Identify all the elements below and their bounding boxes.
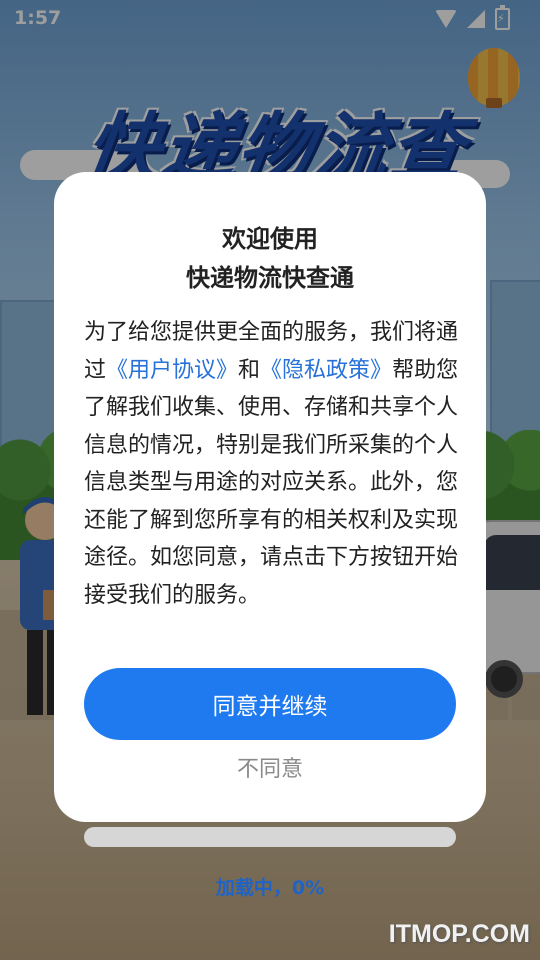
- loading-progress-bar: [84, 827, 456, 847]
- loading-text: 加载中，0%: [215, 877, 325, 899]
- body-text-part3: 帮助您了解我们收集、使用、存储和共享个人信息的情况，特别是我们所采集的个人信息类…: [84, 357, 459, 608]
- disagree-button[interactable]: 不同意: [54, 750, 486, 790]
- user-agreement-link[interactable]: 《用户协议》: [106, 358, 238, 383]
- agree-continue-button[interactable]: 同意并继续: [84, 668, 456, 740]
- privacy-policy-link[interactable]: 《隐私政策》: [260, 358, 392, 383]
- dialog-body: 为了给您提供更全面的服务，我们将通过《用户协议》和《隐私政策》帮助您了解我们收集…: [84, 314, 459, 614]
- dialog-title: 欢迎使用 快递物流快查通: [54, 220, 486, 298]
- dialog-title-line2: 快递物流快查通: [186, 264, 354, 292]
- privacy-consent-dialog: 欢迎使用 快递物流快查通 为了给您提供更全面的服务，我们将通过《用户协议》和《隐…: [54, 172, 486, 822]
- body-text-part2: 和: [238, 357, 261, 383]
- watermark: ITMOP.COM: [388, 920, 530, 948]
- dialog-title-line1: 欢迎使用: [222, 225, 318, 253]
